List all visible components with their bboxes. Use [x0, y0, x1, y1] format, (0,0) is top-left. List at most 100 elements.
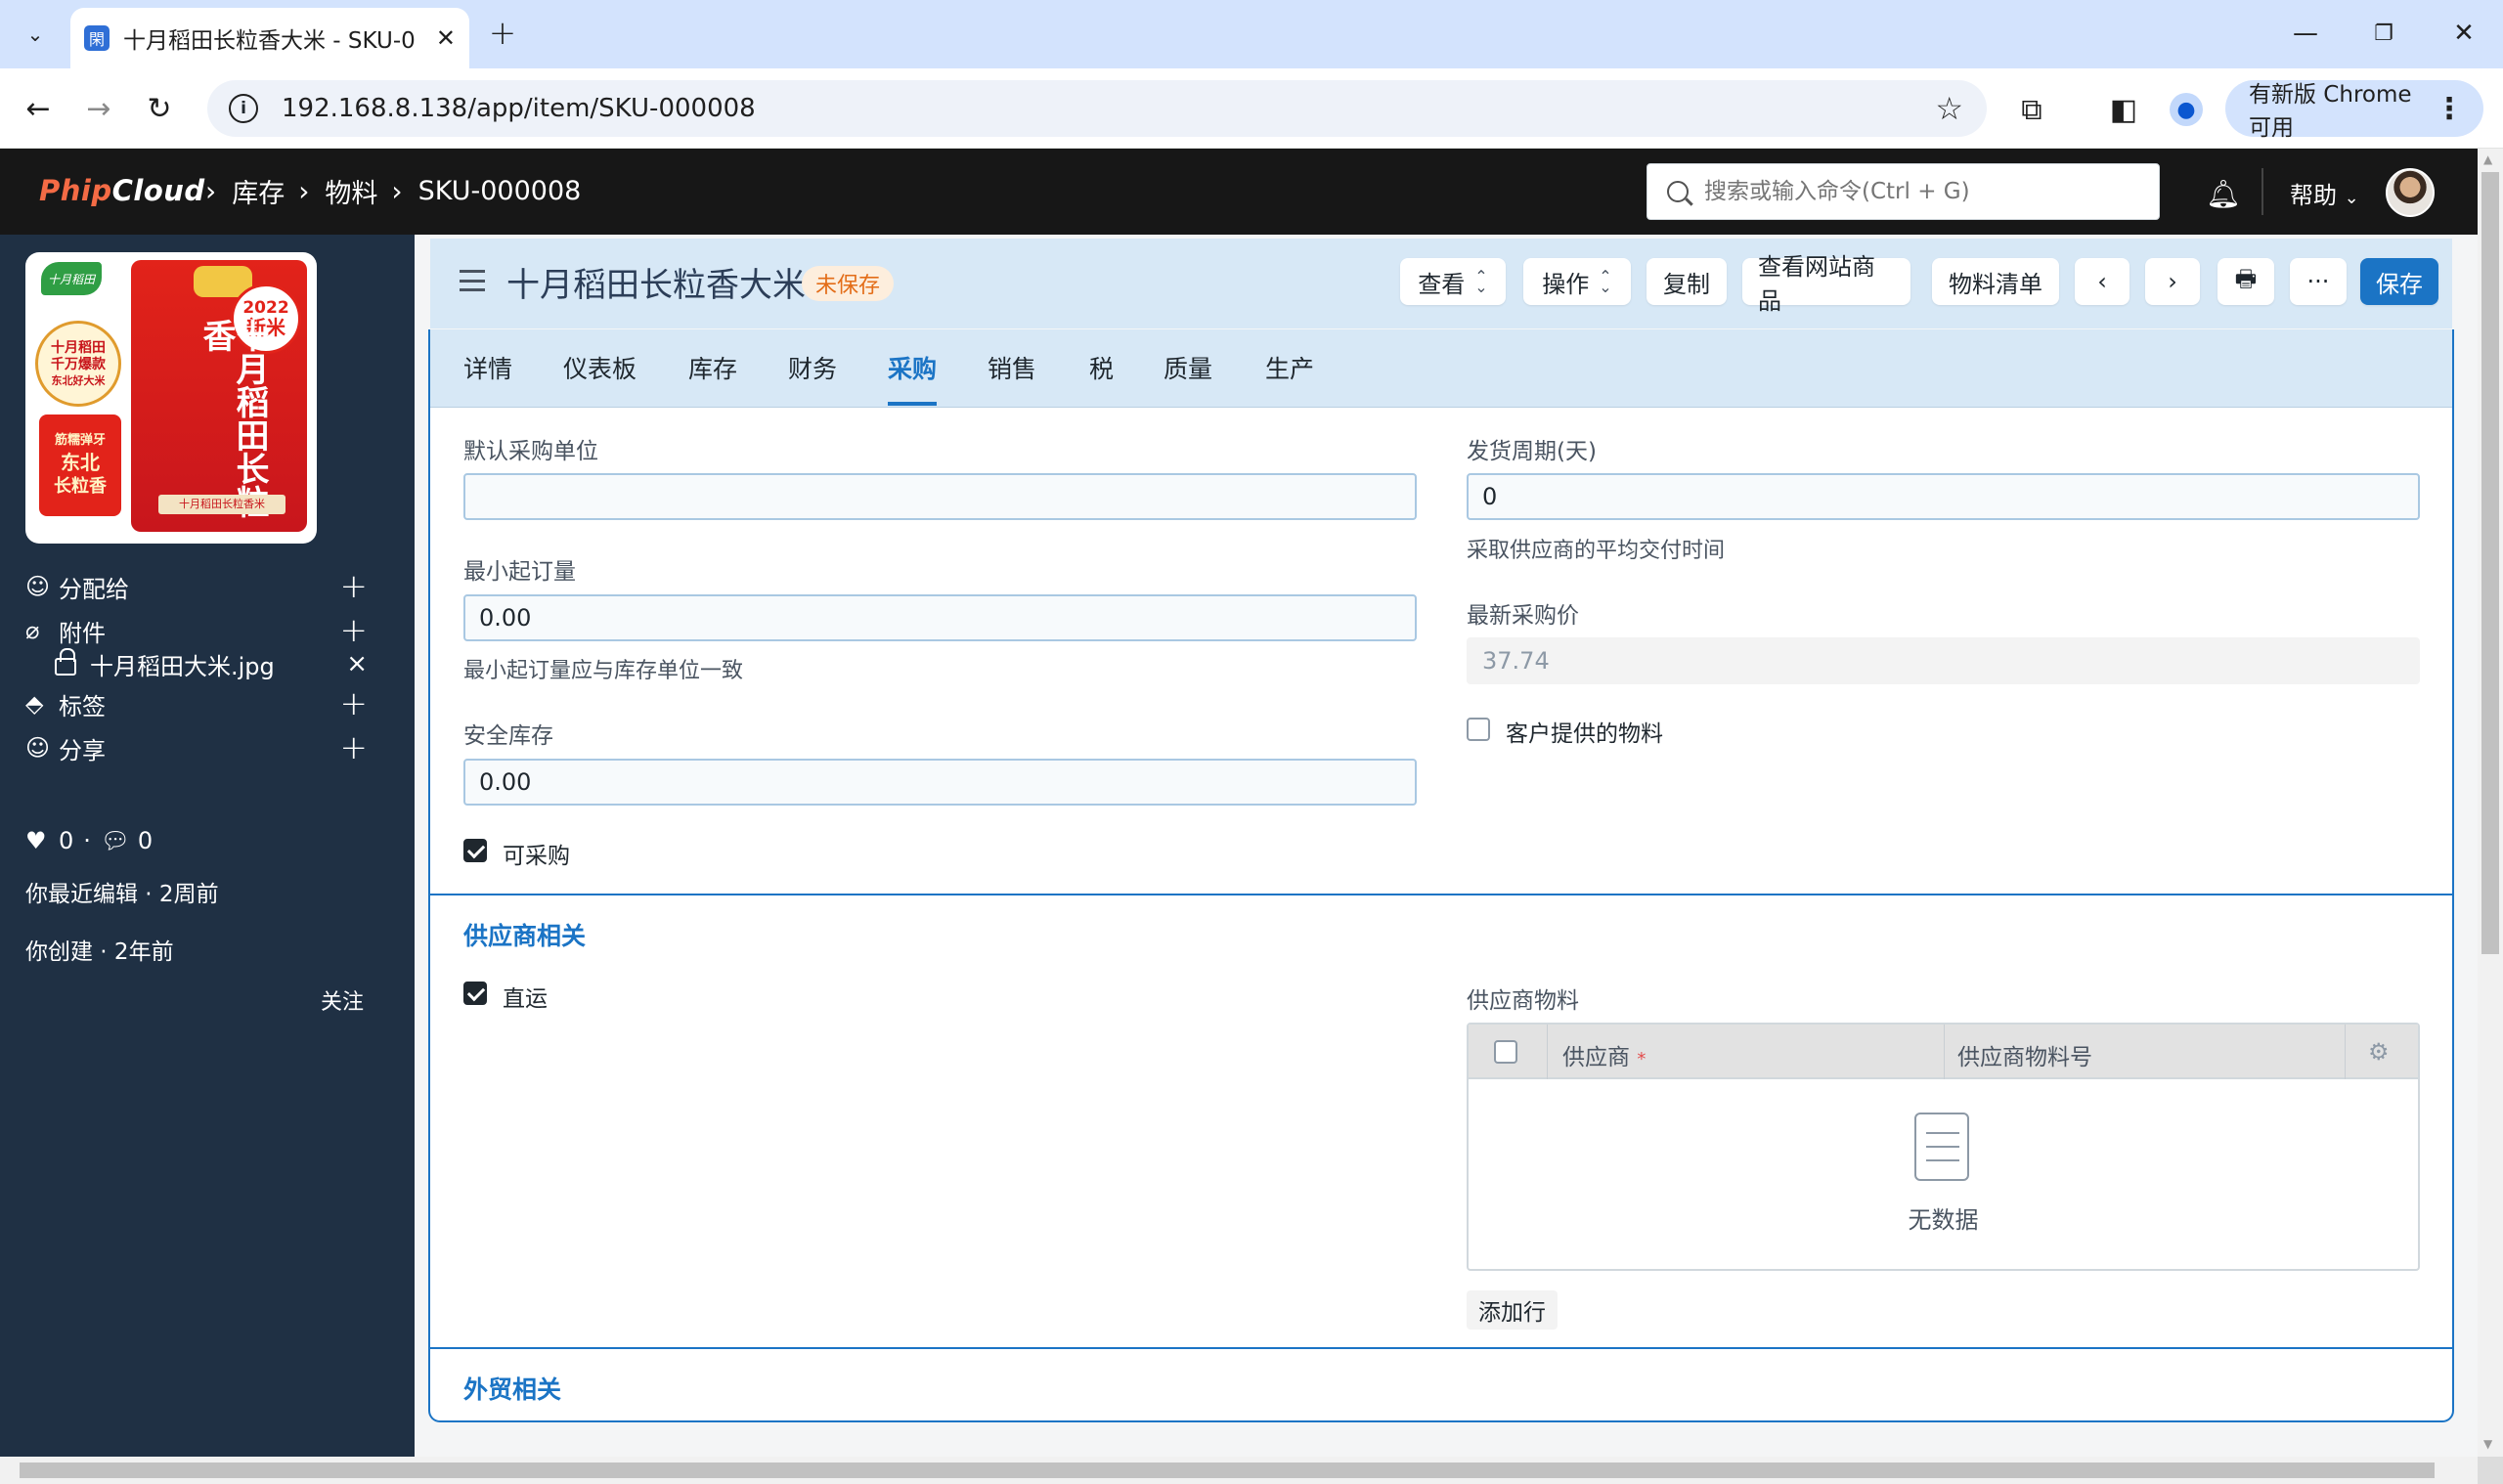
item-image[interactable]: 十月稻田 十月稻田 千万爆款 东北好大米 筋糯弹牙 东北 长粒香 2022 新米… [25, 252, 317, 544]
attachments-label: 附件 [59, 619, 106, 647]
min-order-qty-input[interactable]: 0.00 [463, 594, 1417, 641]
heart-icon[interactable]: ♥ [25, 827, 53, 854]
follow-button[interactable]: 关注 [321, 984, 364, 1016]
tab-close-icon[interactable]: ✕ [436, 24, 456, 52]
default-purchase-uom-input[interactable] [463, 473, 1417, 520]
column-separator [1944, 1025, 1945, 1079]
add-assign-icon[interactable]: + [340, 567, 369, 606]
lead-time-input[interactable]: 0 [1467, 473, 2420, 520]
vertical-scroll-thumb[interactable] [2481, 172, 2499, 954]
user-circle-icon: ☺ [25, 573, 51, 600]
breadcrumb: › 库存 › 物料 › SKU-000008 [198, 172, 581, 210]
extensions-icon[interactable]: ⧉ [2010, 88, 2053, 131]
tab-purchasing[interactable]: 采购 [888, 350, 937, 385]
scroll-up-icon[interactable]: ▲ [2483, 153, 2492, 166]
app-logo[interactable]: PhipCloud [39, 174, 205, 207]
update-label: 有新版 Chrome 可用 [2249, 82, 2412, 141]
bag-footer: 十月稻田长粒香米 [158, 495, 285, 514]
attachment-filename[interactable]: 十月稻田大米.jpg [90, 647, 275, 681]
tab-accounting[interactable]: 财务 [788, 350, 837, 385]
print-button[interactable]: 🖶︎ [2218, 258, 2274, 305]
bom-button[interactable]: 物料清单 [1932, 258, 2059, 305]
rice-bag-graphic: 2022 新米 十月稻田长粒香 十月稻田长粒香米 [131, 260, 307, 532]
browser-toolbar: ← → ↻ i 192.168.8.138/app/item/SKU-00000… [0, 68, 2503, 149]
tab-details[interactable]: 详情 [463, 350, 512, 385]
empty-state-text: 无数据 [1908, 1206, 1979, 1234]
status-badge: 未保存 [802, 266, 895, 301]
new-tab-icon[interactable]: + [483, 14, 522, 53]
copy-button[interactable]: 复制 [1647, 258, 1727, 305]
tab-inventory[interactable]: 库存 [688, 350, 737, 385]
site-info-icon[interactable]: i [229, 94, 258, 123]
min-order-qty-description: 最小起订量应与库存单位一致 [463, 659, 744, 683]
view-website-item-button[interactable]: 查看网站商品 [1742, 253, 1910, 315]
assign-to-row[interactable]: ☺ 分配给 + [25, 567, 368, 606]
scroll-down-icon[interactable]: ▼ [2483, 1437, 2492, 1451]
forward-icon[interactable]: → [78, 88, 119, 129]
tags-row[interactable]: ⬘ 标签 + [25, 684, 368, 723]
foreign-trade-section-title[interactable]: 外贸相关 [463, 1371, 561, 1406]
safety-stock-input[interactable]: 0.00 [463, 759, 1417, 806]
is-purchase-checkbox[interactable] [463, 839, 487, 862]
breadcrumb-sku[interactable]: SKU-000008 [418, 176, 582, 206]
breadcrumb-item[interactable]: 物料 [325, 172, 377, 210]
navbar-divider [2261, 168, 2263, 215]
previous-doc-button[interactable]: ‹ [2075, 258, 2130, 305]
lock-icon [55, 648, 76, 676]
menu-dots-icon[interactable]: ⋮ [2435, 92, 2464, 126]
supplier-section-title[interactable]: 供应商相关 [463, 917, 586, 952]
select-all-checkbox[interactable] [1494, 1040, 1517, 1064]
save-button[interactable]: 保存 [2360, 258, 2438, 305]
back-icon[interactable]: ← [18, 88, 59, 129]
next-doc-button[interactable]: › [2145, 258, 2200, 305]
tab-sales[interactable]: 销售 [988, 350, 1036, 385]
address-bar[interactable]: i 192.168.8.138/app/item/SKU-000008 ☆ [207, 80, 1987, 137]
lead-time-label: 发货周期(天) [1467, 439, 1597, 464]
vertical-scrollbar[interactable]: ▲ ▼ [2478, 149, 2503, 1457]
profile-icon[interactable]: ● [2165, 88, 2208, 131]
actions-dropdown-button[interactable]: 操作 ⌃ ⌄ [1523, 258, 1631, 305]
created-text: 你创建 · 2年前 [25, 939, 174, 965]
window-close-icon[interactable]: ✕ [2435, 14, 2493, 53]
more-menu-button[interactable]: ··· [2290, 258, 2347, 305]
help-dropdown[interactable]: 帮助 ⌄ [2290, 176, 2359, 210]
add-row-button[interactable]: 添加行 [1467, 1290, 1558, 1330]
tab-dashboard[interactable]: 仪表板 [563, 350, 637, 385]
drop-ship-checkbox[interactable] [463, 982, 487, 1005]
section-divider [430, 894, 2452, 895]
restore-icon[interactable]: ❐ [2354, 14, 2413, 53]
tab-manufacturing[interactable]: 生产 [1265, 350, 1314, 385]
share-row[interactable]: ☺ 分享 + [25, 728, 368, 767]
horizontal-scrollbar[interactable] [0, 1457, 2478, 1484]
tab-title: 十月稻田长粒香大米 - SKU-00008 [123, 28, 417, 54]
tab-search-icon[interactable]: ⌄ [16, 15, 55, 54]
sidebar-toggle-icon[interactable] [460, 270, 485, 291]
customer-provided-label: 客户提供的物料 [1506, 721, 1663, 747]
bookmark-star-icon[interactable]: ☆ [1935, 90, 1963, 127]
tab-tax[interactable]: 税 [1089, 350, 1114, 385]
minimize-icon[interactable]: — [2276, 14, 2335, 53]
table-header: 供应商 * 供应商物料号 ⚙ [1469, 1025, 2418, 1079]
awesome-bar[interactable] [1647, 163, 2160, 220]
last-purchase-rate-value: 37.74 [1467, 637, 2420, 684]
horizontal-scroll-thumb[interactable] [20, 1462, 2435, 1478]
brand-logo: 十月稻田 [41, 262, 102, 295]
tab-quality[interactable]: 质量 [1164, 350, 1212, 385]
side-panel-icon[interactable]: ◧ [2102, 88, 2145, 131]
chrome-update-button[interactable]: 有新版 Chrome 可用 ⋮ [2225, 80, 2483, 141]
add-share-icon[interactable]: + [340, 728, 369, 767]
comment-icon[interactable]: 💬︎ [101, 827, 132, 854]
breadcrumb-inventory[interactable]: 库存 [232, 172, 285, 210]
customer-provided-checkbox[interactable] [1467, 718, 1490, 741]
notification-bell-icon[interactable]: 🔔︎ [2206, 178, 2241, 210]
browser-tab[interactable]: 閑 十月稻田长粒香大米 - SKU-00008 ✕ [70, 8, 469, 68]
search-input[interactable] [1704, 179, 2134, 204]
attachment-file-row[interactable]: 十月稻田大米.jpg × [25, 644, 368, 683]
view-dropdown-button[interactable]: 查看 ⌃ ⌄ [1400, 258, 1506, 305]
user-avatar[interactable] [2386, 168, 2435, 217]
gear-icon[interactable]: ⚙ [2368, 1038, 2390, 1066]
remove-attachment-icon[interactable]: × [346, 649, 368, 678]
share-user-icon: ☺ [25, 734, 51, 762]
reload-icon[interactable]: ↻ [139, 88, 180, 129]
add-tag-icon[interactable]: + [340, 684, 369, 723]
